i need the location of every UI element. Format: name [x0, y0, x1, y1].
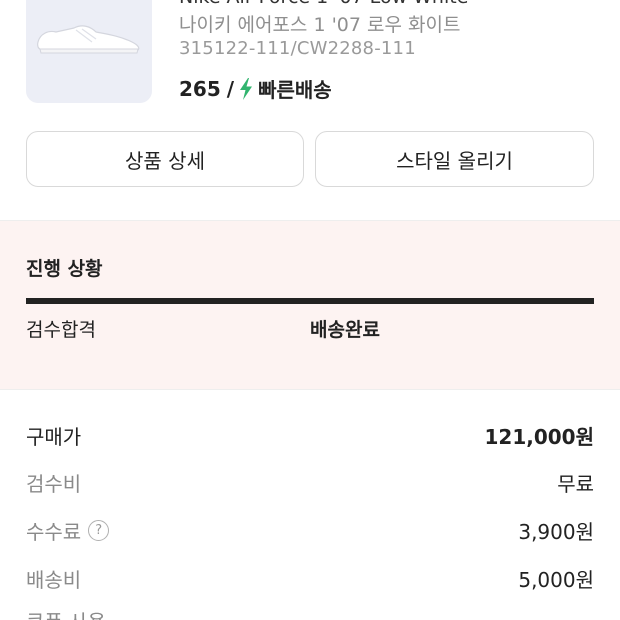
coupon-row: 쿠폰 사용	[26, 605, 594, 620]
product-detail-button[interactable]: 상품 상세	[26, 131, 304, 187]
progress-title: 진행 상황	[26, 258, 103, 280]
coupon-label: 쿠폰 사용	[26, 606, 106, 620]
shipping-fee-row: 배송비 5,000원	[26, 563, 594, 593]
shipping-fee-label: 배송비	[26, 567, 82, 592]
separator: /	[226, 76, 235, 101]
size-shipping-row: 265 / 빠른배송	[179, 74, 332, 103]
price-label: 구매가	[26, 424, 82, 449]
inspection-fee-value: 무료	[557, 471, 594, 496]
product-summary: Nike Air Force 1 '07 Low White 나이키 에어포스 …	[0, 0, 620, 220]
product-size: 265	[179, 76, 221, 101]
fast-shipping-label: 빠른배송	[258, 78, 332, 102]
question-circle-icon[interactable]: ?	[88, 519, 110, 541]
product-model-number: 315122-111/CW2288-111	[179, 38, 416, 59]
commission-label: 수수료	[26, 519, 82, 544]
inspection-fee-row: 검수비 무료	[26, 467, 594, 497]
upload-style-button[interactable]: 스타일 올리기	[315, 131, 594, 187]
lightning-bolt-icon	[240, 77, 253, 100]
price-row: 구매가 121,000원	[26, 420, 594, 450]
shipping-fee-value: 5,000원	[518, 567, 594, 592]
product-name-ko: 나이키 에어포스 1 '07 로우 화이트	[179, 14, 461, 36]
commission-value: 3,900원	[518, 519, 594, 544]
progress-step-inspection: 검수합격	[26, 319, 96, 341]
progress-bar	[26, 298, 594, 304]
inspection-fee-label: 검수비	[26, 471, 82, 496]
sneaker-icon	[37, 25, 140, 54]
product-image[interactable]	[26, 0, 152, 103]
progress-step-delivered: 배송완료	[310, 319, 380, 341]
progress-section: 진행 상황 검수합격 배송완료	[0, 220, 620, 390]
commission-label-group: 수수료 ?	[26, 516, 110, 545]
product-name-en: Nike Air Force 1 '07 Low White	[179, 0, 468, 8]
commission-row: 수수료 ? 3,900원	[26, 515, 594, 545]
price-value: 121,000원	[484, 424, 595, 449]
